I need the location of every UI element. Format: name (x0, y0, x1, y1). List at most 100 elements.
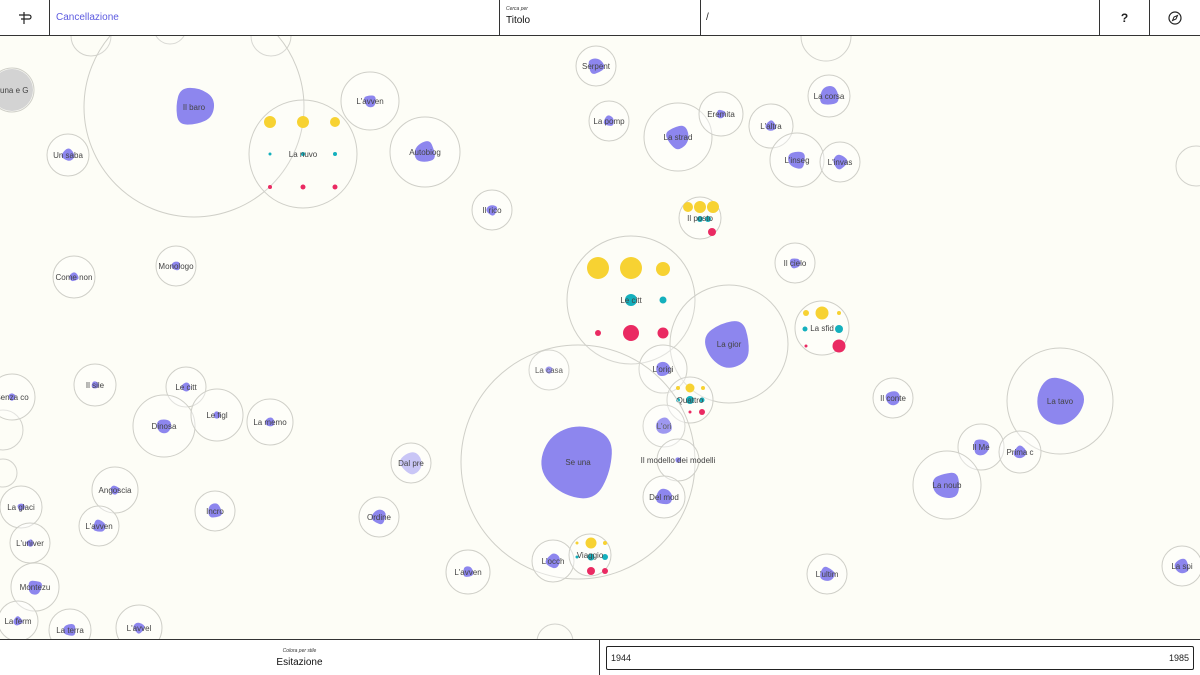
node-label: Dinosa (152, 422, 177, 431)
node-label: Serpent (582, 62, 611, 71)
book-node[interactable]: Il conte (872, 377, 914, 419)
node-label: Viaggio (577, 551, 604, 560)
book-node[interactable]: Eremita (698, 91, 744, 137)
color-by-selector[interactable]: Colora per stile Esitazione (0, 640, 600, 675)
book-node[interactable]: Serpent (575, 45, 617, 87)
book-node[interactable]: Dal pre (390, 442, 432, 484)
style-dot (832, 339, 846, 353)
breadcrumb-label[interactable]: Cancellazione (56, 12, 119, 23)
book-node[interactable]: La memo (246, 398, 294, 446)
node-label: La glaci (7, 503, 35, 512)
node-label: Le figl (206, 411, 228, 420)
edge-circle (800, 36, 852, 62)
node-label: Il baro (183, 103, 206, 112)
style-dot (659, 296, 667, 304)
network-svg[interactable]: Luna e G Il baro Un saba L'avven La nuvo Auto… (0, 36, 1200, 639)
book-node[interactable]: Il sile (73, 363, 117, 407)
color-by-value[interactable]: Esitazione (0, 657, 599, 668)
breadcrumb[interactable]: Cancellazione (50, 0, 500, 35)
book-node[interactable]: La pomp (588, 100, 630, 142)
book-node[interactable]: L'inseg (769, 132, 825, 188)
book-node[interactable]: La terra (48, 608, 92, 639)
node-label: Le citt (620, 296, 642, 305)
book-node[interactable]: Le figl (190, 388, 244, 442)
book-node[interactable]: Senza co (0, 373, 36, 421)
book-node[interactable]: Un saba (46, 133, 90, 177)
style-dot (708, 228, 716, 236)
style-dot (657, 327, 669, 339)
help-icon: ? (1120, 10, 1129, 25)
book-node[interactable]: Come non (52, 255, 96, 299)
node-label: Incro (206, 507, 224, 516)
book-node[interactable]: L'occh (531, 539, 575, 583)
book-node[interactable]: Monologo (155, 245, 197, 287)
style-dot (620, 257, 642, 279)
node-label: Quattro (677, 396, 704, 405)
search-by-selector[interactable]: Cerca per Titolo (500, 0, 701, 35)
year-range-slider[interactable]: 1944 1985 (606, 646, 1194, 670)
book-node[interactable]: La corsa (807, 74, 851, 118)
node-label: Il rico (482, 206, 502, 215)
style-dot (297, 116, 309, 128)
book-node[interactable]: La nuvo (248, 99, 358, 209)
style-dot (803, 310, 809, 316)
style-dot (268, 185, 272, 189)
node-label: L'avven (454, 568, 481, 577)
book-node[interactable]: Il cielo (774, 242, 816, 284)
node-label: Prima c (1006, 448, 1033, 457)
edge-circle (1175, 145, 1200, 187)
network-canvas[interactable]: Luna e G Il baro Un saba L'avven La nuvo Auto… (0, 36, 1200, 639)
book-node[interactable]: Viaggio (568, 533, 612, 577)
style-dot (815, 306, 829, 320)
book-node[interactable]: La sfid (794, 300, 850, 356)
node-label: Monologo (158, 262, 194, 271)
style-dot (685, 383, 695, 393)
node-label: Il modello dei modelli (641, 456, 716, 465)
node-label: L'univer (16, 539, 44, 548)
node-label: Il posto (687, 214, 713, 223)
node-label: Se una (565, 458, 591, 467)
style-dot (300, 184, 306, 190)
book-node[interactable]: Luna e G (0, 67, 35, 113)
node-label: La memo (253, 418, 287, 427)
node-label: La tavo (1047, 397, 1074, 406)
book-node[interactable]: La noub (912, 450, 982, 520)
style-dot (595, 330, 601, 336)
node-label: L'altra (760, 122, 782, 131)
book-node[interactable]: L'avven (78, 505, 120, 547)
node-label: Senza co (0, 393, 29, 402)
book-node[interactable]: La ferm (0, 600, 39, 639)
book-node[interactable]: Dinosa (132, 394, 196, 458)
range-end-year[interactable]: 1985 (1169, 653, 1189, 663)
book-node[interactable]: Ordine (358, 496, 400, 538)
book-node[interactable]: Incro (194, 490, 236, 532)
node-label: Luna e G (0, 86, 28, 95)
book-node[interactable]: L'univer (9, 522, 51, 564)
node-label: Eremita (707, 110, 735, 119)
book-node[interactable]: Autobiog (389, 116, 461, 188)
style-dot (587, 257, 609, 279)
book-node[interactable]: Il posto (678, 196, 722, 240)
book-node[interactable]: Prima c (998, 430, 1042, 474)
book-node[interactable]: La glaci (0, 485, 43, 529)
book-node[interactable]: La spi (1161, 545, 1200, 587)
book-node[interactable]: L'avven (445, 549, 491, 595)
compass-button[interactable] (1150, 0, 1200, 35)
book-node[interactable]: L'ultim (806, 553, 848, 595)
node-label: La sfid (810, 324, 834, 333)
book-node[interactable]: Del mod (642, 475, 686, 519)
book-node[interactable]: L'avvel (115, 604, 163, 639)
node-label: Angoscia (99, 486, 132, 495)
range-start-year[interactable]: 1944 (611, 653, 631, 663)
node-label: L'invas (828, 158, 853, 167)
book-node[interactable]: L'invas (819, 141, 861, 183)
logo-button[interactable] (0, 0, 50, 35)
node-label: Del mod (649, 493, 679, 502)
search-by-value[interactable]: Titolo (506, 15, 700, 26)
book-node[interactable]: L'avven (340, 71, 400, 131)
search-input[interactable]: / (701, 0, 1100, 35)
help-button[interactable]: ? (1100, 0, 1150, 35)
style-dot (683, 202, 693, 212)
node-label: Come non (56, 273, 93, 282)
book-node[interactable]: Il rico (471, 189, 513, 231)
